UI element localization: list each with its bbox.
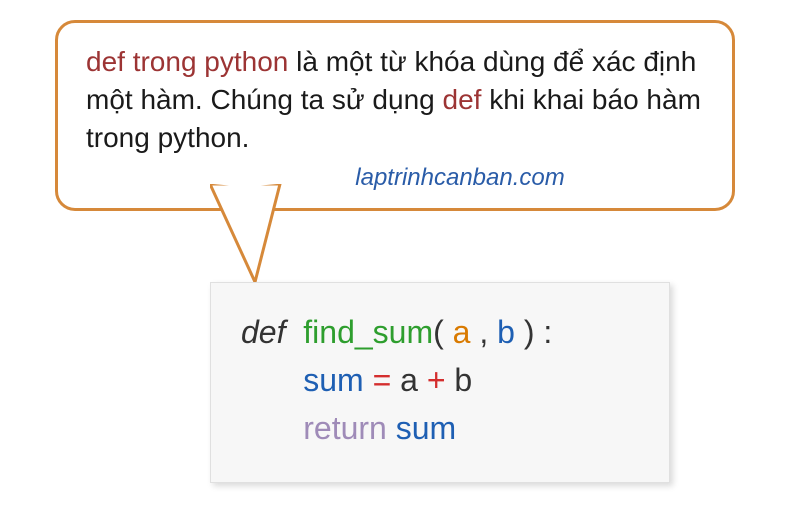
- code-line-2: sum = a + b: [241, 356, 639, 404]
- param-b: b: [497, 314, 515, 350]
- colon: :: [543, 314, 552, 350]
- var-b: b: [454, 362, 472, 398]
- param-a: a: [453, 314, 471, 350]
- comma: ,: [479, 314, 488, 350]
- return-var: sum: [396, 410, 456, 446]
- code-line-1: def find_sum( a , b ) :: [241, 308, 639, 356]
- function-name: find_sum: [303, 314, 433, 350]
- equals-op: =: [373, 362, 392, 398]
- explanation-text: def trong python là một từ khóa dùng để …: [86, 43, 704, 156]
- code-example-box: def find_sum( a , b ) : sum = a + b retu…: [210, 282, 670, 483]
- plus-op: +: [427, 362, 446, 398]
- var-sum: sum: [303, 362, 363, 398]
- code-line-3: return sum: [241, 404, 639, 452]
- speech-bubble: def trong python là một từ khóa dùng để …: [55, 20, 735, 211]
- close-paren: ): [524, 314, 535, 350]
- open-paren: (: [433, 314, 444, 350]
- return-keyword: return: [303, 410, 387, 446]
- def-keyword: def: [241, 314, 294, 350]
- keyword-highlight-1: def trong python: [86, 46, 288, 77]
- keyword-highlight-2: def: [443, 84, 482, 115]
- var-a: a: [400, 362, 418, 398]
